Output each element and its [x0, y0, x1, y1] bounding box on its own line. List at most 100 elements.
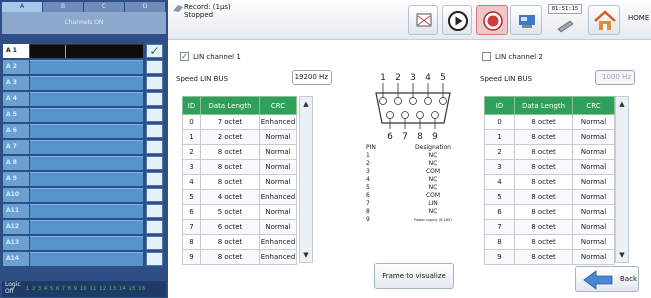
scroll-down-arrow-icon[interactable]: ▼ — [300, 248, 312, 262]
crc-cell[interactable]: Normal — [259, 144, 297, 160]
channel-signal-bar[interactable] — [30, 188, 143, 202]
channel-signal-bar[interactable] — [30, 172, 143, 186]
table-row[interactable]: 98 octet Normal — [484, 249, 615, 265]
crc-cell[interactable]: Normal — [572, 204, 615, 220]
channel-row[interactable]: A 2 — [3, 60, 165, 74]
data-length-cell[interactable]: 8 octet — [514, 144, 573, 160]
scroll-up-arrow-icon[interactable]: ▲ — [300, 97, 312, 111]
table-row[interactable]: 58 octet Normal — [484, 189, 615, 205]
lin2-enable-checkbox[interactable] — [482, 52, 491, 61]
data-length-cell[interactable]: 8 octet — [514, 219, 573, 235]
table-row[interactable]: 38 octet Normal — [182, 159, 297, 175]
data-length-cell[interactable]: 8 octet — [514, 204, 573, 220]
channel-signal-bar[interactable] — [30, 60, 143, 74]
crc-cell[interactable]: Normal — [259, 129, 297, 145]
table-row[interactable]: 78 octet Normal — [484, 219, 615, 235]
data-length-cell[interactable]: 6 octet — [200, 219, 260, 235]
lin2-table-scrollbar[interactable]: ▲ ▼ — [615, 96, 629, 263]
crc-cell[interactable]: Normal — [572, 159, 615, 175]
channel-row[interactable]: A12 — [3, 220, 165, 234]
table-row[interactable]: 48 octet Normal — [484, 174, 615, 190]
data-length-cell[interactable]: 8 octet — [514, 114, 573, 130]
data-length-cell[interactable]: 7 octet — [200, 114, 260, 130]
channel-enable-checkbox[interactable] — [146, 252, 163, 266]
lin1-speed-input[interactable]: 19200 Hz — [292, 70, 332, 85]
data-length-cell[interactable]: 8 octet — [200, 174, 260, 190]
clock-settings-button[interactable] — [548, 15, 582, 35]
channel-enable-checkbox[interactable] — [146, 188, 163, 202]
channel-signal-bar[interactable] — [30, 124, 143, 138]
data-length-cell[interactable]: 8 octet — [200, 144, 260, 160]
reset-view-button[interactable] — [408, 5, 438, 35]
table-row[interactable]: 54 octet Enhanced — [182, 189, 297, 205]
channel-row[interactable]: A 7 — [3, 140, 165, 154]
channel-row[interactable]: A10 — [3, 188, 165, 202]
table-row[interactable]: 07 octet Enhanced — [182, 114, 297, 130]
channel-enable-checkbox[interactable] — [146, 204, 163, 218]
channel-enable-checkbox[interactable] — [146, 60, 163, 74]
data-length-cell[interactable]: 2 octet — [200, 129, 260, 145]
table-row[interactable]: 08 octet Normal — [484, 114, 615, 130]
channel-signal-bar[interactable] — [30, 204, 143, 218]
data-length-cell[interactable]: 5 octet — [200, 204, 260, 220]
channel-enable-checkbox[interactable] — [146, 108, 163, 122]
channel-row[interactable]: A 4 — [3, 92, 165, 106]
channel-enable-checkbox[interactable] — [146, 92, 163, 106]
channel-signal-bar[interactable] — [30, 156, 143, 170]
channel-signal-bar[interactable] — [30, 236, 143, 250]
table-row[interactable]: 88 octet Normal — [484, 234, 615, 250]
data-length-cell[interactable]: 8 octet — [514, 189, 573, 205]
crc-cell[interactable]: Normal — [572, 249, 615, 265]
channel-signal-bar[interactable] — [30, 92, 143, 106]
lin1-table-scrollbar[interactable]: ▲ ▼ — [299, 96, 313, 263]
channel-enable-checkbox[interactable] — [146, 76, 163, 90]
channel-row[interactable]: A 5 — [3, 108, 165, 122]
channel-enable-checkbox[interactable] — [146, 236, 163, 250]
crc-cell[interactable]: Enhanced — [259, 189, 297, 205]
scroll-up-arrow-icon[interactable]: ▲ — [616, 97, 628, 111]
channel-row[interactable]: A 1 ✓ — [3, 44, 165, 58]
channel-signal-bar[interactable] — [30, 76, 143, 90]
table-row[interactable]: 76 octet Normal — [182, 219, 297, 235]
table-row[interactable]: 38 octet Normal — [484, 159, 615, 175]
data-length-cell[interactable]: 8 octet — [514, 249, 573, 265]
crc-cell[interactable]: Normal — [572, 114, 615, 130]
logic-section[interactable]: Logic Off 1 2 3 4 5 6 7 8 9 10 11 12 13 … — [2, 281, 166, 297]
channel-signal-bar[interactable] — [30, 140, 143, 154]
crc-cell[interactable]: Normal — [259, 219, 297, 235]
crc-cell[interactable]: Enhanced — [259, 234, 297, 250]
storage-button[interactable] — [510, 5, 542, 35]
channel-row[interactable]: A 3 — [3, 76, 165, 90]
record-button[interactable] — [476, 5, 508, 35]
play-button[interactable] — [442, 5, 472, 35]
channel-enable-checkbox[interactable]: ✓ — [146, 44, 163, 58]
back-button[interactable]: Back — [575, 266, 639, 292]
lin1-enable-checkbox[interactable]: ✓ — [180, 52, 189, 61]
table-row[interactable]: 28 octet Normal — [484, 144, 615, 160]
table-row[interactable]: 65 octet Normal — [182, 204, 297, 220]
table-row[interactable]: 28 octet Normal — [182, 144, 297, 160]
channel-signal-bar[interactable] — [30, 108, 143, 122]
channel-row[interactable]: A14 — [3, 252, 165, 266]
channel-row[interactable]: A 8 — [3, 156, 165, 170]
data-length-cell[interactable]: 8 octet — [514, 159, 573, 175]
channel-row[interactable]: A 6 — [3, 124, 165, 138]
crc-cell[interactable]: Normal — [572, 234, 615, 250]
data-length-cell[interactable]: 8 octet — [200, 159, 260, 175]
data-length-cell[interactable]: 4 octet — [200, 189, 260, 205]
crc-cell[interactable]: Normal — [572, 189, 615, 205]
channel-enable-checkbox[interactable] — [146, 124, 163, 138]
tab-b[interactable]: B — [43, 2, 84, 12]
channel-signal-bar[interactable] — [30, 44, 143, 58]
channel-signal-bar[interactable] — [30, 252, 143, 266]
home-button[interactable] — [588, 5, 620, 35]
table-row[interactable]: 88 octet Enhanced — [182, 234, 297, 250]
crc-cell[interactable]: Normal — [259, 159, 297, 175]
channel-row[interactable]: A13 — [3, 236, 165, 250]
table-row[interactable]: 68 octet Normal — [484, 204, 615, 220]
channel-row[interactable]: A 9 — [3, 172, 165, 186]
crc-cell[interactable]: Normal — [572, 174, 615, 190]
data-length-cell[interactable]: 8 octet — [514, 234, 573, 250]
data-length-cell[interactable]: 8 octet — [514, 129, 573, 145]
crc-cell[interactable]: Normal — [572, 219, 615, 235]
